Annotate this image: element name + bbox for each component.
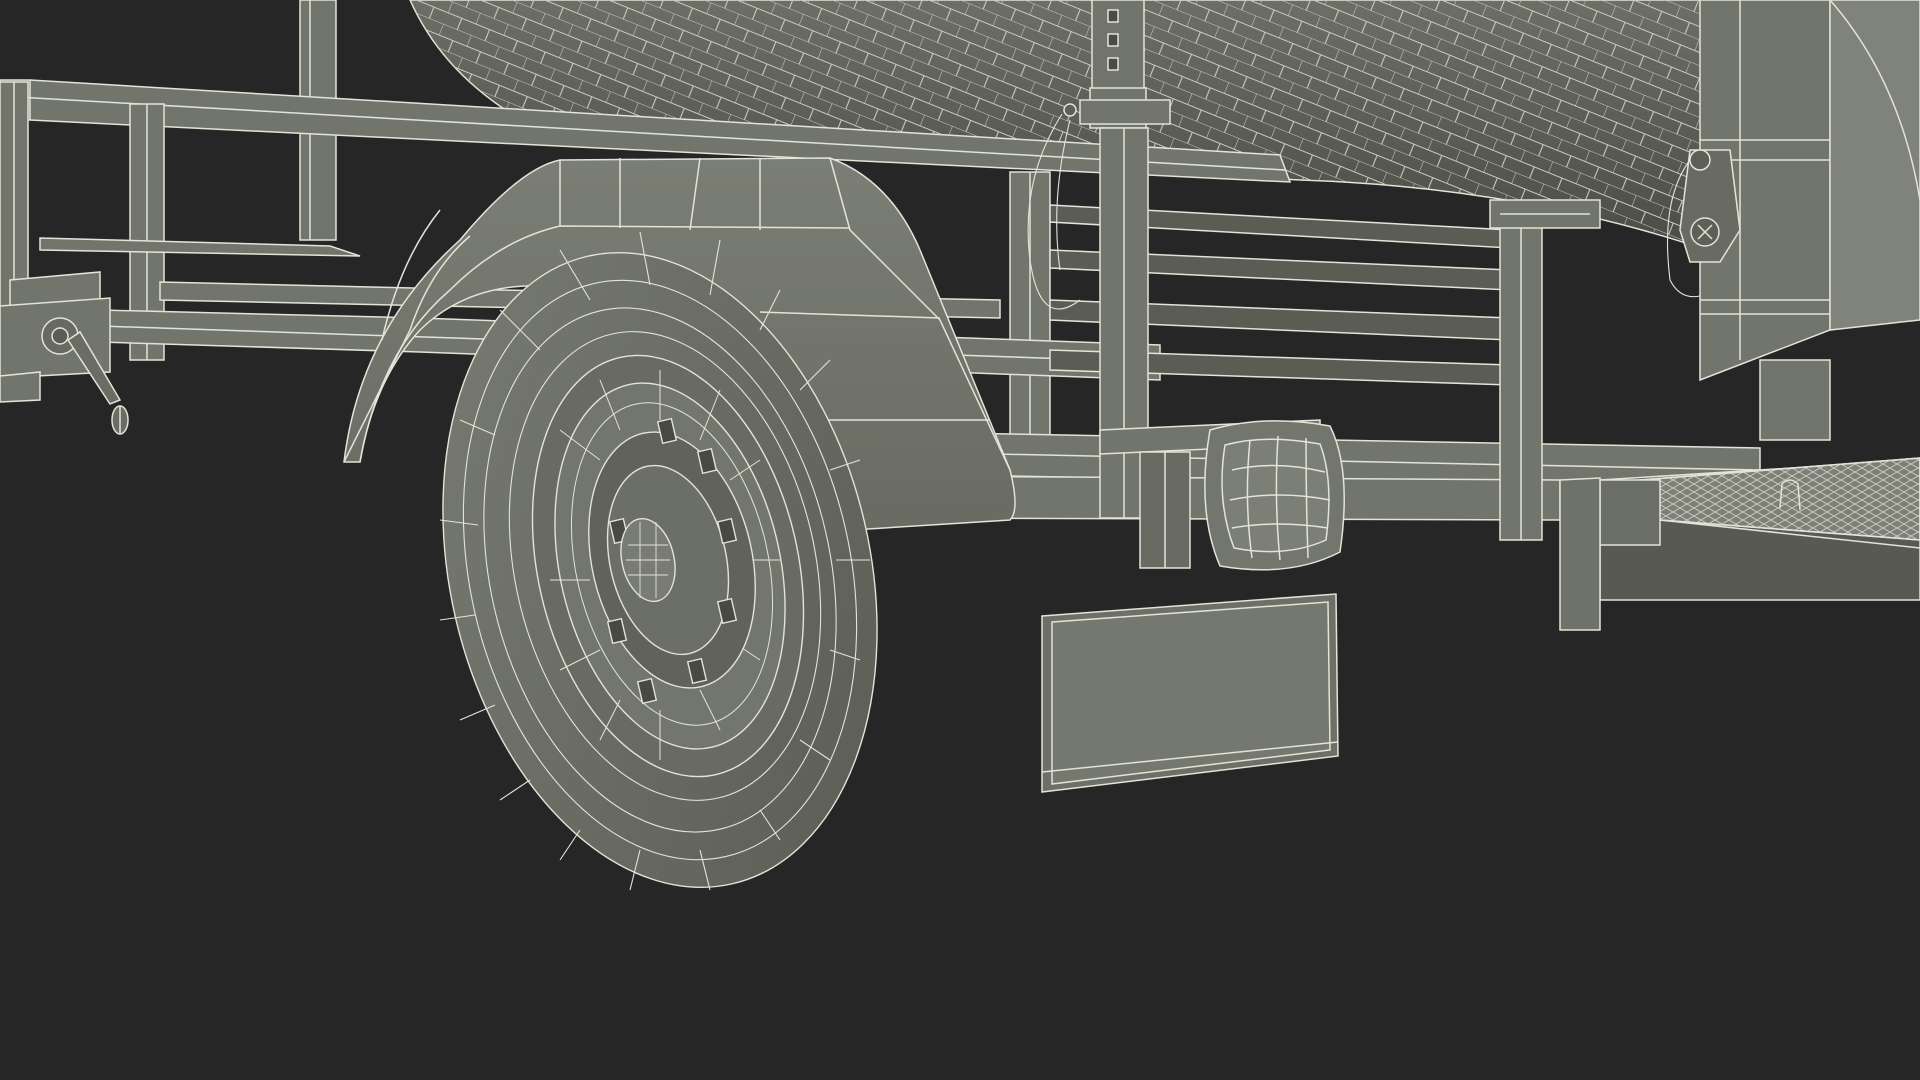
render-viewport <box>0 0 1920 1080</box>
front-deck <box>1559 457 1920 631</box>
trailer-wireframe-render <box>0 0 1920 891</box>
drum-cradle <box>1666 0 1920 441</box>
hitch-clamp <box>0 271 129 435</box>
license-plate <box>1041 593 1339 793</box>
